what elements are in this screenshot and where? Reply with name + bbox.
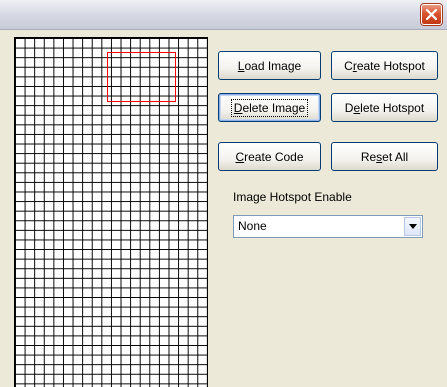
reset-all-label: Reset All bbox=[360, 149, 409, 164]
app-window: Load Image Create Hotspot Delete Image D… bbox=[0, 0, 447, 387]
create-code-button[interactable]: Create Code bbox=[218, 142, 321, 171]
delete-image-label: Delete Image bbox=[230, 98, 309, 117]
load-image-label: Load Image bbox=[237, 58, 302, 73]
create-hotspot-button[interactable]: Create Hotspot bbox=[331, 51, 438, 80]
reset-all-button[interactable]: Reset All bbox=[331, 142, 438, 171]
image-grid-canvas[interactable] bbox=[14, 37, 208, 387]
create-code-label: Create Code bbox=[235, 149, 304, 164]
image-hotspot-enable-label: Image Hotspot Enable bbox=[233, 190, 352, 204]
chevron-down-icon bbox=[409, 224, 417, 229]
dropdown-selected-value: None bbox=[238, 219, 267, 233]
delete-hotspot-button[interactable]: Delete Hotspot bbox=[331, 93, 438, 122]
create-hotspot-label: Create Hotspot bbox=[344, 58, 425, 73]
close-icon bbox=[425, 8, 438, 21]
delete-hotspot-label: Delete Hotspot bbox=[344, 100, 425, 115]
close-button[interactable] bbox=[421, 4, 442, 25]
hotspot-rectangle[interactable] bbox=[107, 52, 176, 102]
delete-image-button[interactable]: Delete Image bbox=[218, 93, 321, 122]
hotspot-enable-dropdown[interactable]: None bbox=[233, 215, 423, 238]
title-bar bbox=[0, 0, 447, 30]
load-image-button[interactable]: Load Image bbox=[218, 51, 321, 80]
dropdown-button[interactable] bbox=[404, 217, 421, 236]
